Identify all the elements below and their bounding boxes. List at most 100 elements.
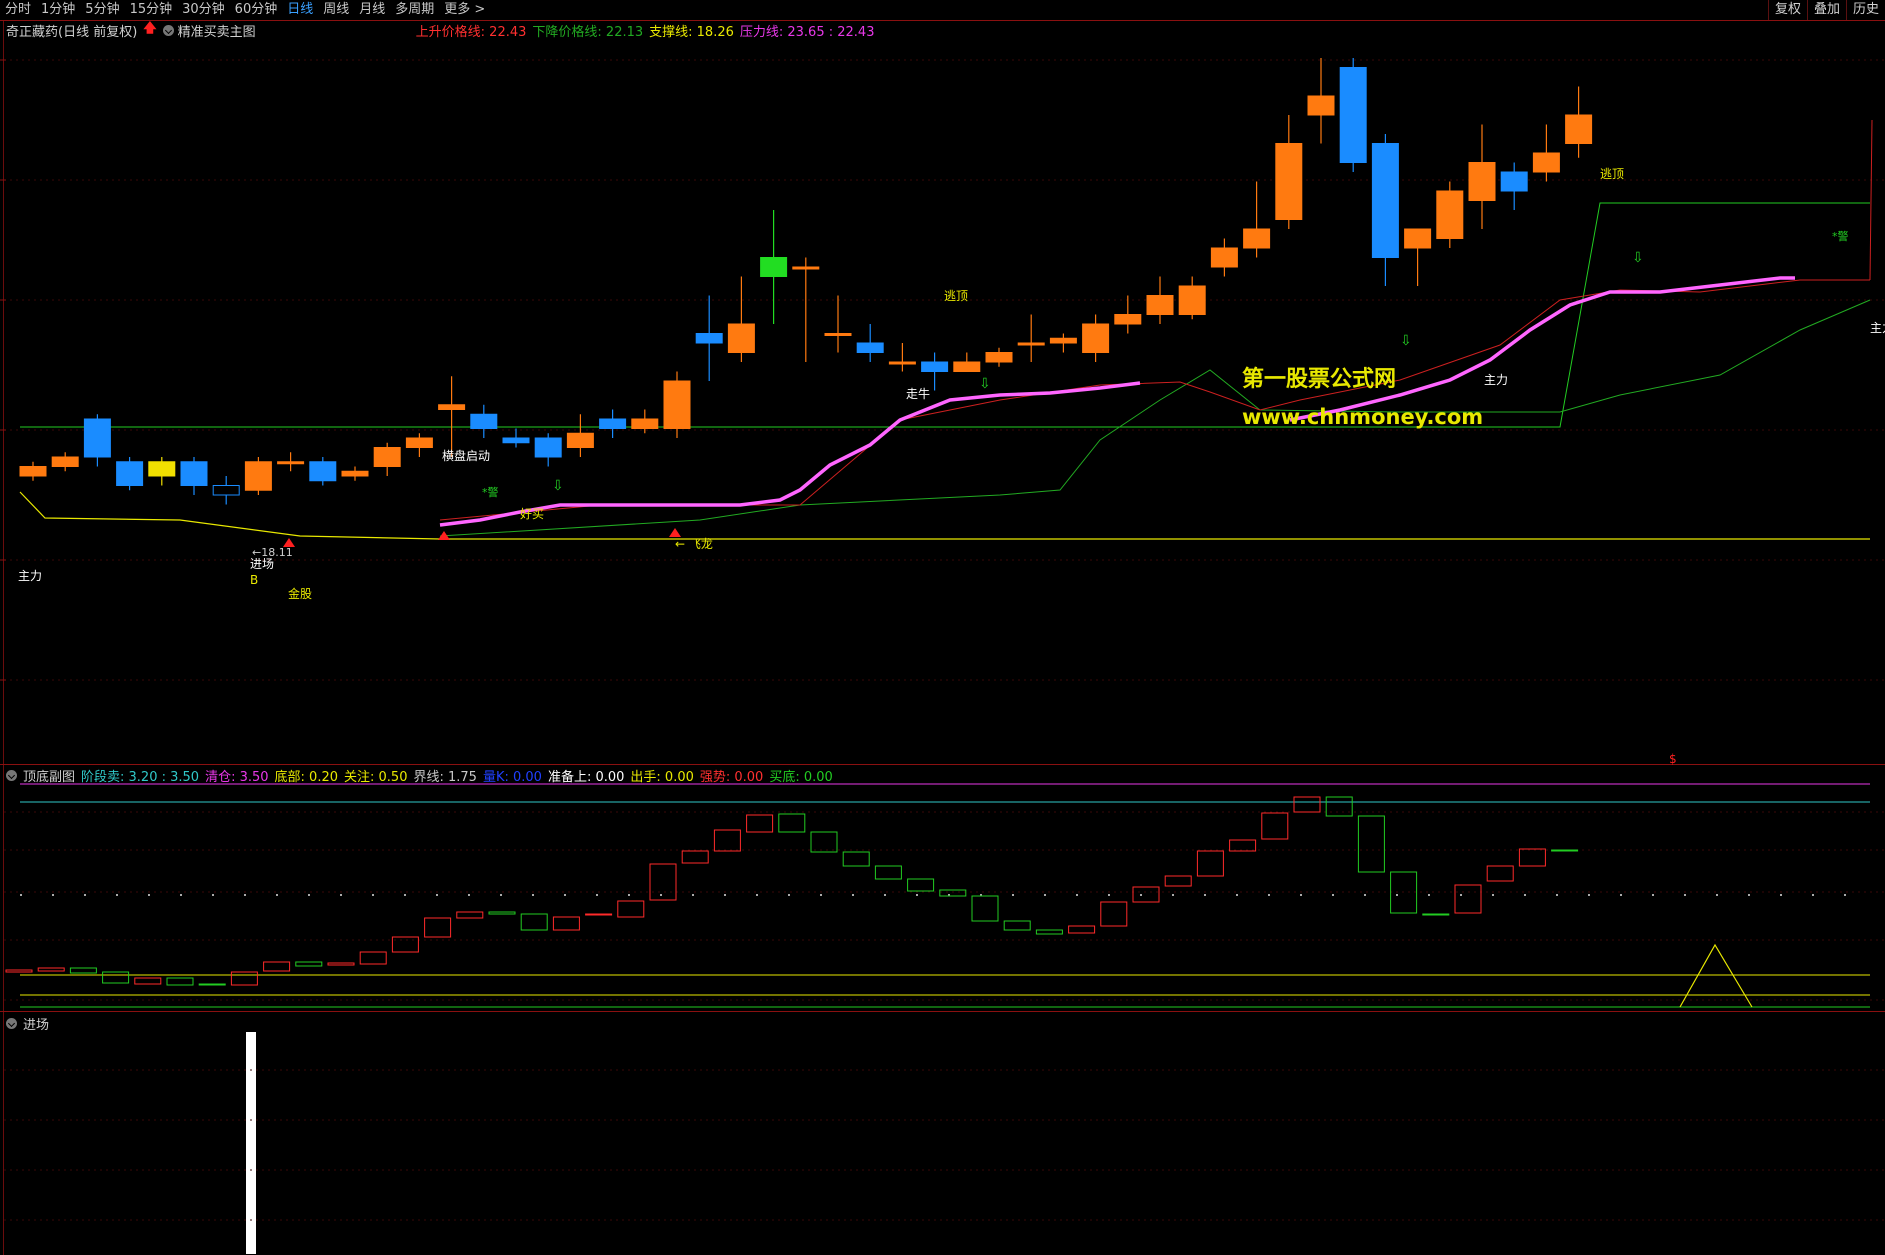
sub-dot	[1236, 894, 1238, 896]
sub-box	[488, 911, 516, 915]
sub-box	[617, 900, 645, 918]
bottom-indicator-menu-icon[interactable]	[6, 1018, 17, 1029]
candle-body	[792, 266, 820, 270]
sub-box	[842, 851, 870, 867]
sub-dot	[468, 894, 470, 896]
sub-box	[456, 911, 484, 919]
sub-dot	[1556, 894, 1558, 896]
sub-box	[230, 971, 258, 986]
sub-dot	[756, 894, 758, 896]
chart-canvas[interactable]: 主力进场B←18.11金股横盘启动好买*警← 飞龙走牛逃顶逃顶主力*警主力第一股…	[0, 0, 1885, 1255]
sub-panel-title[interactable]: 顶底副图	[23, 766, 75, 785]
candle-body	[405, 437, 433, 448]
bottom-triangle-mark	[1679, 943, 1753, 1008]
sub-dot	[852, 894, 854, 896]
sub-dot	[1684, 894, 1686, 896]
candle-body	[438, 404, 466, 410]
sub-dot	[1812, 894, 1814, 896]
candle-body	[760, 257, 788, 277]
sub-box	[327, 962, 355, 966]
zhuli-label-left: 主力	[18, 569, 42, 583]
sub-box	[585, 913, 613, 916]
sub-dot	[340, 894, 342, 896]
bottom-panel-header: 进场	[6, 1014, 49, 1033]
entry-label: 进场	[250, 557, 274, 571]
sub-dot	[276, 894, 278, 896]
sub-dot	[820, 894, 822, 896]
sub-dot	[308, 894, 310, 896]
sub-panel-header: 顶底副图 阶段卖: 3.20 : 3.50 清仓: 3.50 底部: 0.20 关注:…	[6, 766, 833, 785]
sub-readout-6: 准备上: 0.00	[547, 770, 625, 785]
sub-box	[1261, 812, 1289, 840]
sub-dot	[1492, 894, 1494, 896]
buy-arrow-2	[669, 528, 681, 537]
sub-dot	[244, 894, 246, 896]
sub-indicator-menu-icon[interactable]	[6, 770, 17, 781]
taoding-label-1: 逃顶	[944, 289, 968, 303]
sub-box	[1229, 839, 1257, 852]
bottom-panel-title[interactable]: 进场	[23, 1014, 49, 1033]
sub-box	[746, 814, 774, 833]
sub-box	[37, 967, 65, 972]
sub-box	[1486, 865, 1514, 882]
sub-dot	[148, 894, 150, 896]
sub-box	[649, 863, 677, 901]
candle-body	[1339, 67, 1367, 163]
sub-dot	[84, 894, 86, 896]
candle-body	[1371, 143, 1399, 258]
candlestick-series	[19, 58, 1593, 505]
sub-box	[1100, 901, 1128, 927]
sub-readout-0: 阶段卖: 3.20 : 3.50	[81, 770, 200, 785]
lower-band-line	[439, 299, 1871, 537]
sub-dot	[52, 894, 54, 896]
feilong-label: ← 飞龙	[675, 537, 713, 551]
sub-box	[1293, 796, 1321, 813]
down-arrow-icon: ⇩	[552, 478, 564, 494]
candle-body	[953, 361, 981, 372]
candle-body	[51, 456, 79, 467]
sub-box	[874, 865, 902, 880]
sub-dot	[500, 894, 502, 896]
candle-body	[1017, 342, 1045, 346]
sub-dot	[596, 894, 598, 896]
candle-body	[19, 466, 47, 477]
down-arrow-icon: ⇩	[1400, 333, 1412, 349]
candle-body	[566, 432, 594, 448]
candle-body	[824, 333, 852, 336]
sub-box	[713, 829, 741, 852]
sub-dot	[1460, 894, 1462, 896]
candle-body	[212, 485, 240, 496]
candle-body	[341, 470, 369, 477]
sub-readout-8: 强势: 0.00	[699, 770, 764, 785]
sub-dot	[116, 894, 118, 896]
sub-box	[1422, 913, 1450, 916]
entry-b-label: B	[250, 573, 258, 587]
ma-line-2	[1289, 276, 1795, 422]
sub-box	[520, 913, 548, 931]
watermark-url: www.chnmoney.com	[1242, 405, 1483, 429]
candle-body	[727, 323, 755, 353]
sub-box	[1068, 925, 1096, 934]
sub-box	[1035, 929, 1063, 935]
sub-dot	[20, 894, 22, 896]
candle-body	[856, 342, 884, 353]
zouniu-label: 走牛	[906, 386, 930, 401]
watermark-title: 第一股票公式网	[1242, 366, 1396, 392]
sub-dot	[1652, 894, 1654, 896]
candle-body	[1114, 314, 1142, 325]
sub-dot	[788, 894, 790, 896]
candle-body	[921, 361, 949, 372]
candle-body	[1500, 171, 1528, 192]
candle-body	[309, 461, 337, 482]
sub-dot	[1300, 894, 1302, 896]
sub-readout-5: 量K: 0.00	[482, 770, 542, 785]
candle-body	[83, 418, 111, 458]
sub-box	[778, 813, 806, 833]
sub-box	[391, 936, 419, 953]
spike-line	[1869, 119, 1873, 281]
sub-box	[1454, 884, 1482, 914]
sub-box	[681, 850, 709, 864]
candle-body	[1307, 95, 1335, 116]
sub-dot	[1076, 894, 1078, 896]
sub-box	[1132, 886, 1160, 903]
